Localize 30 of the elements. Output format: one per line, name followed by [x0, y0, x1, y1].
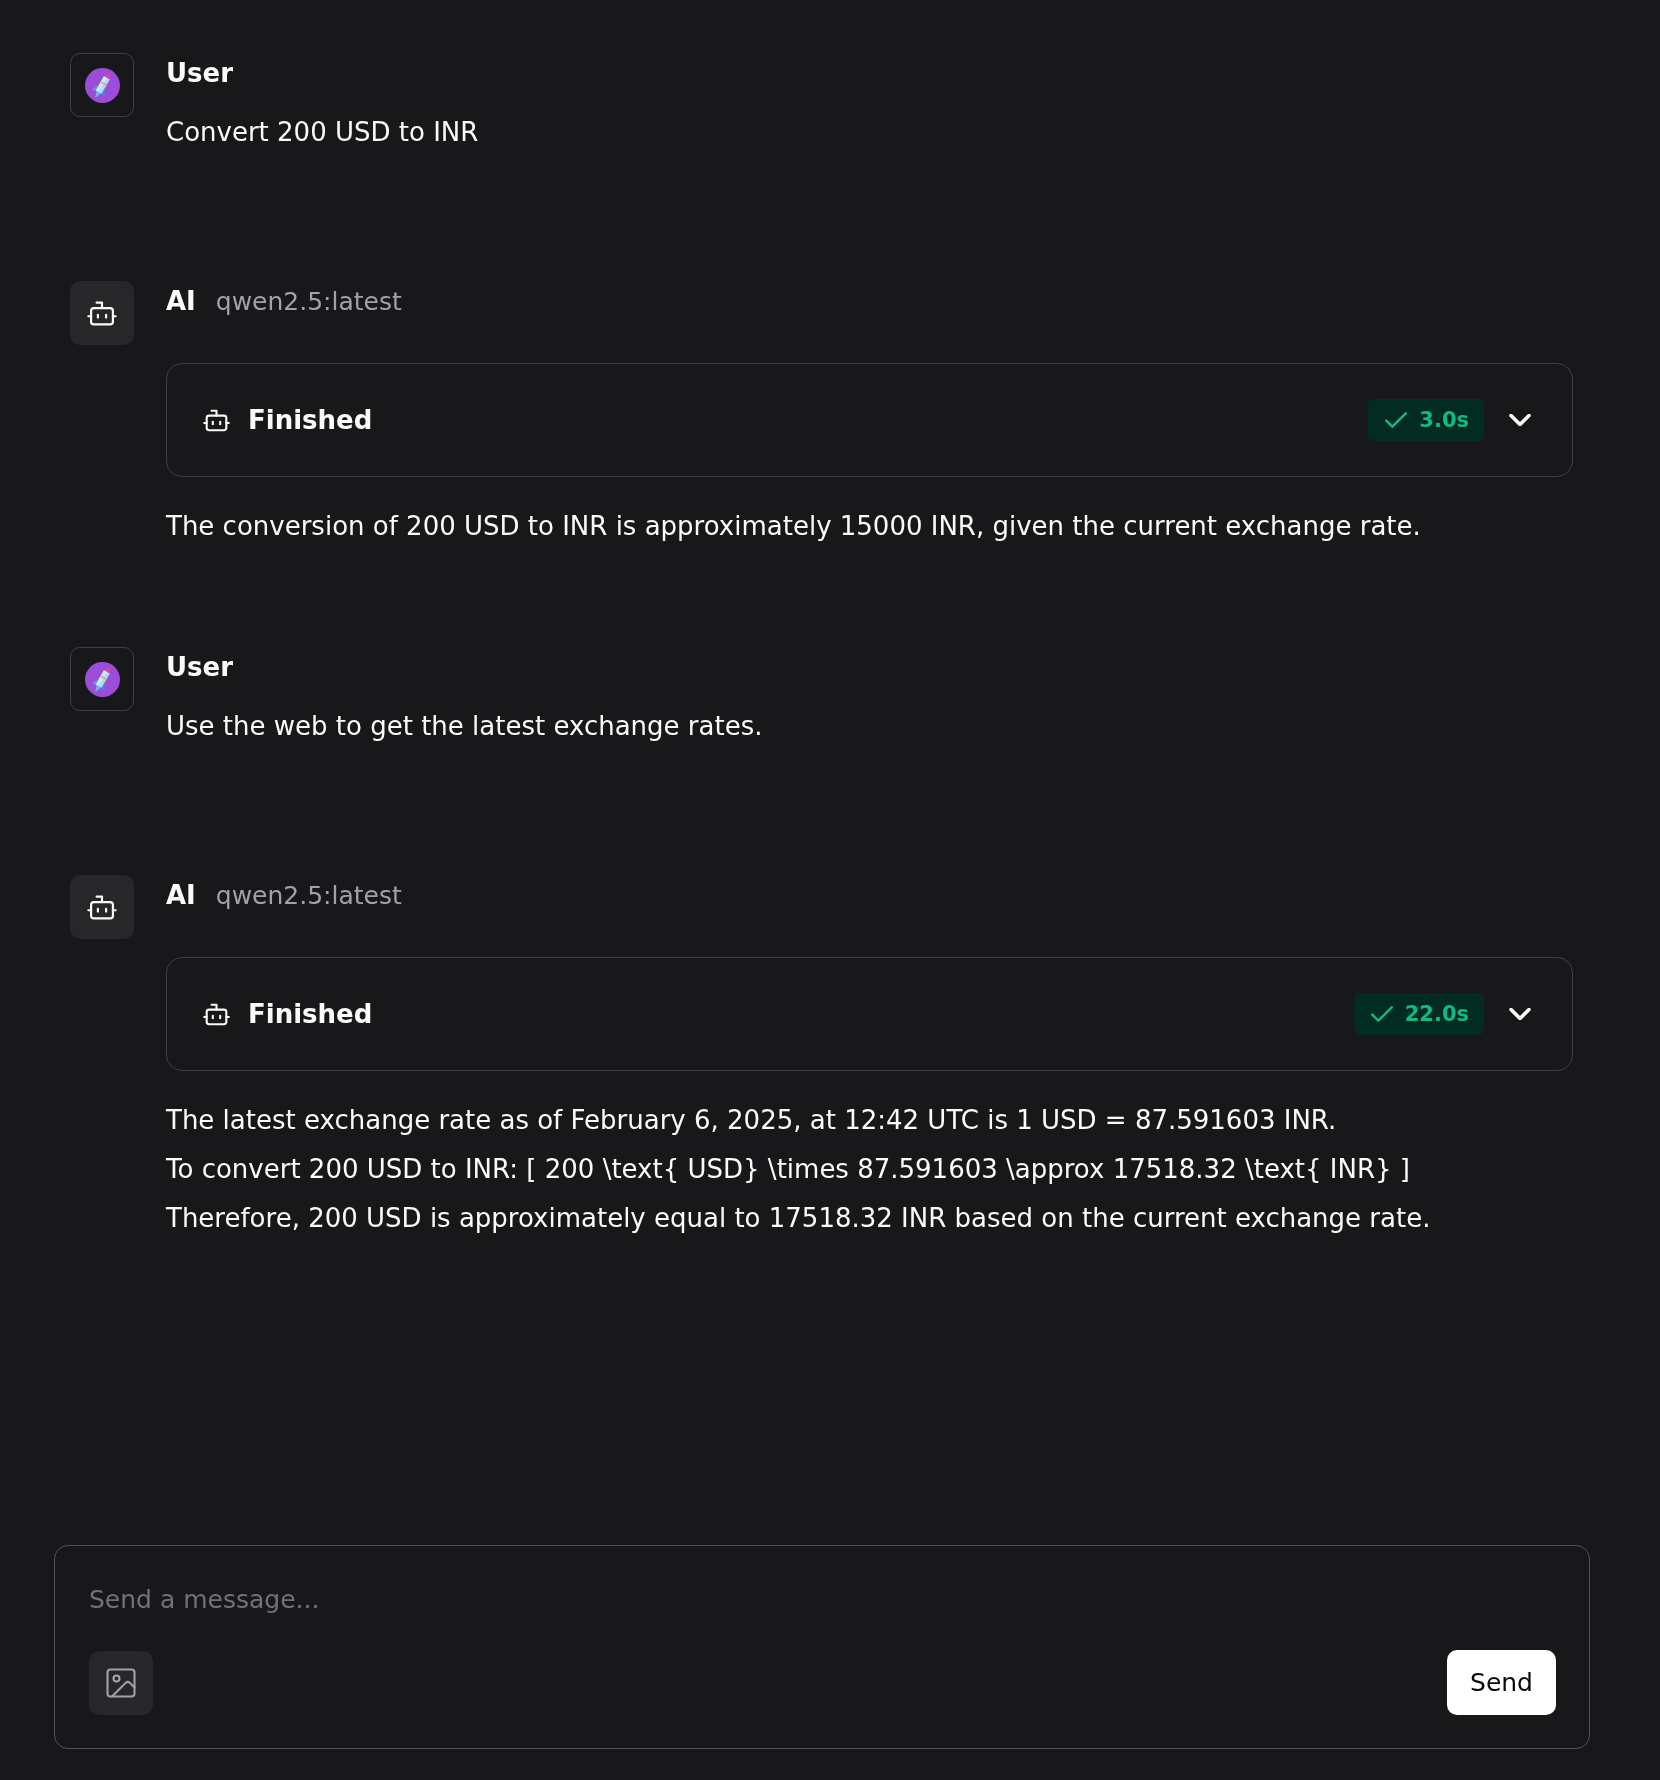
message-input[interactable]: Send a message... — [89, 1581, 1556, 1617]
chevron-icon[interactable] — [1509, 1008, 1531, 1020]
status-label: Finished — [248, 999, 373, 1029]
robot-icon — [87, 300, 117, 326]
sender-name: AI — [166, 880, 196, 910]
robot-icon — [87, 894, 117, 920]
message-text: Convert 200 USD to INR — [166, 116, 479, 149]
image-icon — [106, 1667, 136, 1698]
send-button[interactable]: Send — [1447, 1650, 1556, 1715]
check-icon — [1385, 412, 1408, 428]
message-text: The latest exchange rate as of February 6, 2025, at 12:42 UTC is 1 USD = 87.591603 INR. — [166, 1104, 1337, 1137]
status-label: Finished — [248, 405, 373, 435]
sender-name: User — [166, 652, 234, 682]
model-name: qwen2.5:latest — [215, 880, 402, 910]
robot-icon — [203, 408, 230, 432]
rocket-icon — [84, 661, 120, 697]
rocket-icon — [84, 67, 120, 103]
duration-text: 22.0s — [1404, 1002, 1469, 1026]
sender-name: User — [166, 58, 234, 88]
chevron-icon[interactable] — [1509, 414, 1531, 426]
robot-icon — [203, 1002, 230, 1026]
message-text: The conversion of 200 USD to INR is approximately 15000 INR, given the current exchange rate. — [166, 510, 1421, 543]
message-text: Therefore, 200 USD is approximately equal to 17518.32 INR based on the current exchange rate. — [166, 1202, 1431, 1235]
attach-image-button[interactable] — [89, 1650, 153, 1715]
check-icon — [1370, 1006, 1393, 1022]
sender-name: AI — [166, 286, 196, 316]
message-text: Use the web to get the latest exchange rates. — [166, 710, 763, 743]
model-name: qwen2.5:latest — [215, 286, 402, 316]
duration-text: 3.0s — [1419, 408, 1469, 432]
message-text: To convert 200 USD to INR: [ 200 \text{ USD} \times 87.591603 \approx 17518.32 \text{ INR} ] — [166, 1153, 1410, 1186]
